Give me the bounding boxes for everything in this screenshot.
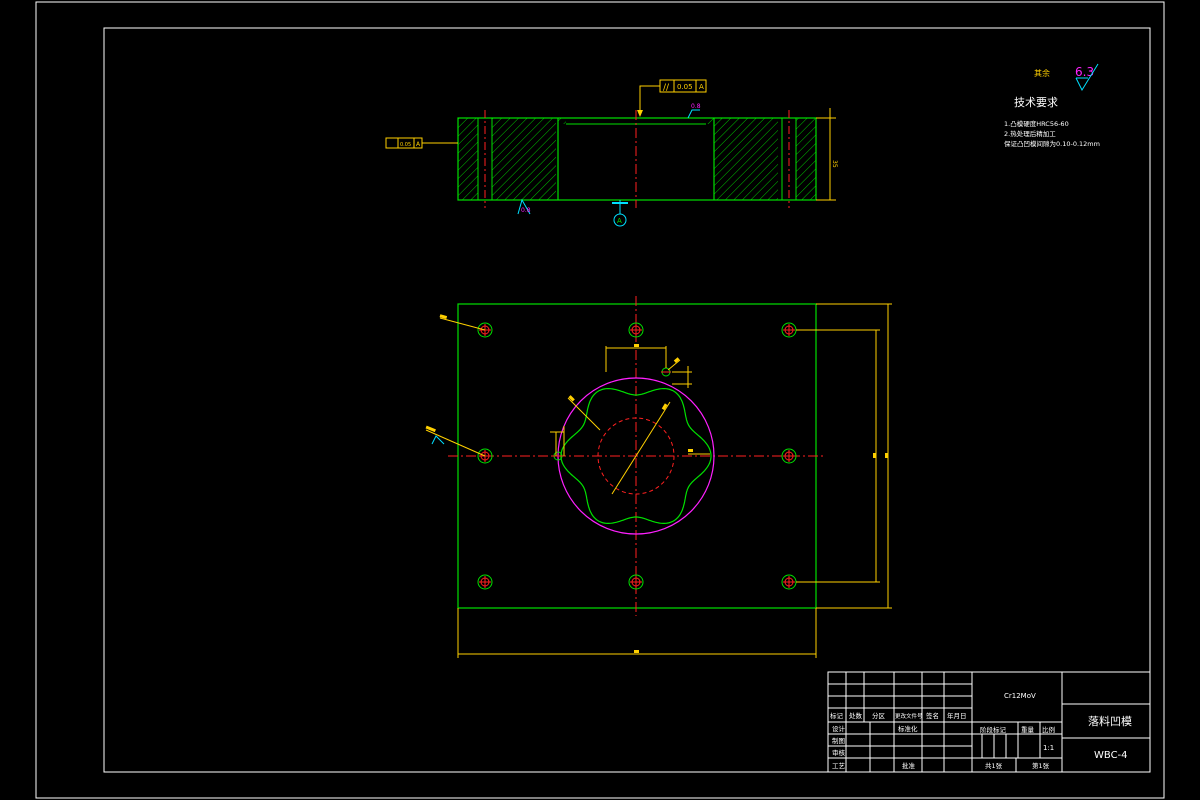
hatch-right-outer [796, 118, 816, 200]
hatch-left-outer [458, 118, 478, 200]
pin-span-text [634, 344, 639, 347]
tb-header-5: 年月日 [947, 711, 967, 720]
bolt-hole-3 [781, 322, 797, 338]
roughness-label: 其余 [1034, 68, 1050, 78]
hole-span-text [873, 453, 876, 458]
height-dim-text-plan [885, 453, 888, 458]
tb-row-process: 工艺 [832, 762, 846, 770]
tb-scale-label: 比例 [1042, 725, 1055, 734]
note-item-2: 2.热处理后精加工 [1004, 129, 1056, 138]
side-tol-value: 0.05 [400, 142, 411, 148]
tb-scale: 1:1 [1043, 744, 1054, 752]
pin-dia-leader [667, 359, 681, 371]
tb-approve: 批准 [902, 761, 916, 770]
hatch-top-lip-left [558, 118, 566, 124]
note-item-3: 保证凸凹模间隙为0.10-0.12mm [1004, 139, 1100, 148]
roughness-bottom-value: 0.8 [521, 207, 531, 214]
tb-header-2: 分区 [872, 711, 886, 720]
plan-view [425, 296, 892, 658]
parallel-symbol: // [663, 83, 670, 93]
parallel-tol: 0.05 [677, 83, 693, 91]
parallel-datum: A [699, 83, 704, 91]
hatch-top-lip-right [706, 118, 714, 124]
technical-notes: 其余 6.3 技术要求 1.凸模硬度HRC56-60 2.热处理后精加工 保证凸… [1004, 63, 1100, 148]
roughness-top-mark [687, 109, 700, 119]
bolt-label-leader-1 [439, 317, 486, 331]
bolt-hole-5 [781, 448, 797, 464]
tb-drawing-no: WBC-4 [1094, 750, 1128, 761]
tb-header-1: 处数 [849, 711, 863, 720]
parallel-leader [639, 85, 660, 116]
tb-row-check: 审核 [832, 748, 846, 757]
bolt-hole-6 [477, 574, 493, 590]
height-dim-text: 35 [831, 160, 838, 168]
parallel-arrow [637, 110, 643, 117]
side-tol-datum: A [416, 141, 421, 148]
r-right-text [688, 449, 693, 452]
notes-heading: 技术要求 [1014, 96, 1058, 109]
bolt-hole-8 [781, 574, 797, 590]
radius-text [568, 395, 575, 402]
tb-weight: 重量 [1021, 726, 1035, 734]
outer-border [35, 1, 1165, 799]
tb-header-4: 签名 [926, 711, 939, 720]
tb-material: Cr12MoV [1004, 692, 1036, 700]
tb-standardize: 标准化 [898, 724, 918, 733]
hatch-left-inner [492, 118, 556, 200]
hatch-right-inner [714, 118, 778, 200]
tb-sheet-no: 第1张 [1032, 761, 1050, 770]
width-dim-text [634, 650, 639, 653]
pin-dia-text [673, 357, 680, 363]
datum-letter: A [617, 217, 622, 225]
tb-row-draw: 制图 [832, 736, 845, 745]
tb-part-name: 落料凹模 [1088, 714, 1132, 728]
tb-header-3: 更改文件号 [895, 712, 923, 720]
roughness-value: 6.3 [1075, 65, 1094, 79]
drawing-canvas: 35 // 0.05 A 0.05 A 0.8 0.8 A 其余 6.3 技术要… [35, 1, 1165, 799]
dia-leader [611, 401, 671, 495]
tb-sheets-total: 共1张 [985, 761, 1003, 770]
note-item-1: 1.凸模硬度HRC56-60 [1004, 119, 1069, 128]
section-view: 35 // 0.05 A 0.05 A 0.8 0.8 A [385, 79, 838, 227]
tb-stage-mark: 阶段标记 [980, 725, 1007, 734]
tb-header-0: 标记 [830, 711, 844, 720]
bolt-label-leader-2 [425, 429, 486, 457]
bolt-hole-2 [628, 322, 644, 338]
bolt-hole-7 [628, 574, 644, 590]
inner-frame [103, 27, 1151, 773]
roughness-top-value: 0.8 [691, 103, 701, 110]
bolt-label-text-2 [425, 425, 436, 433]
tb-row-design: 设计 [832, 724, 846, 733]
